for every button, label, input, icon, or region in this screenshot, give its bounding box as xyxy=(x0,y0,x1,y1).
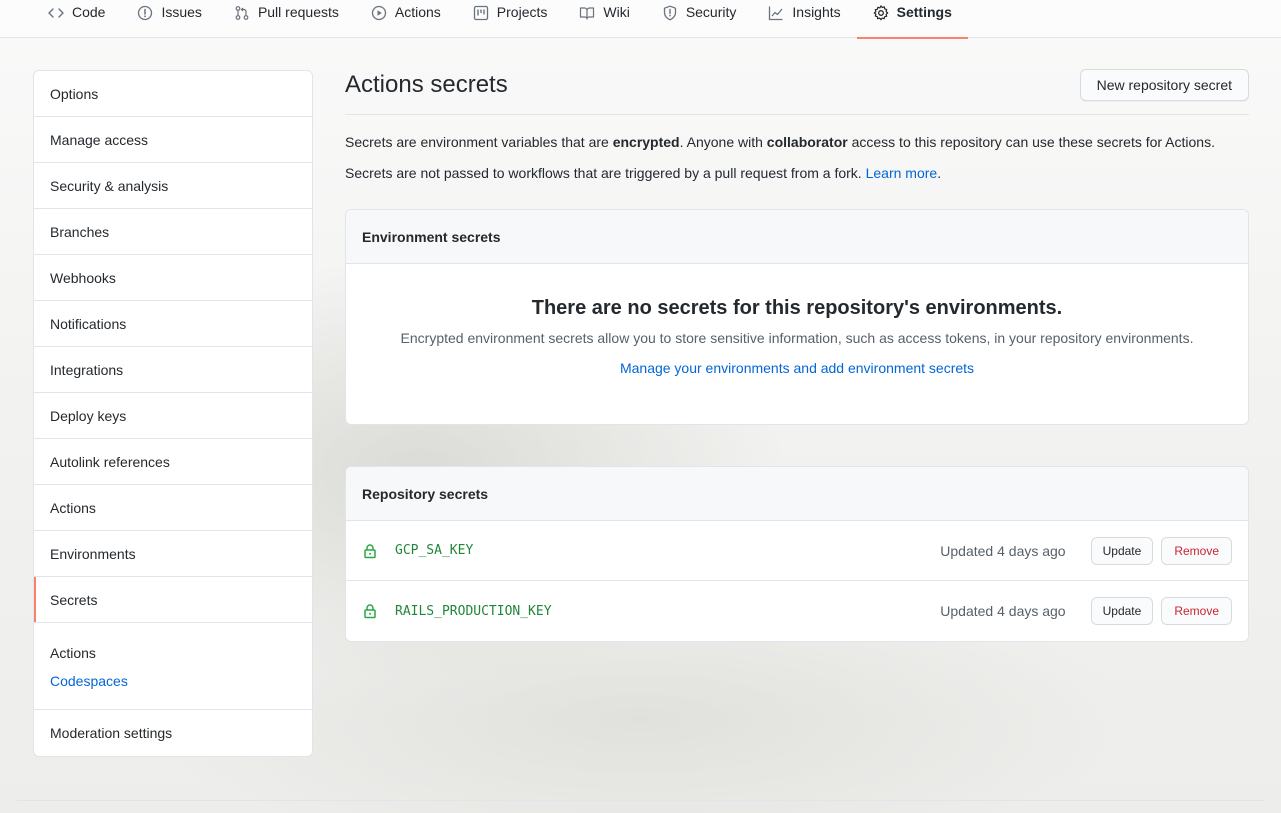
lock-icon xyxy=(364,604,376,619)
tab-actions[interactable]: Actions xyxy=(355,0,457,38)
blankslate-title: There are no secrets for this repository… xyxy=(531,297,1063,319)
secret-row: GCP_SA_KEY Updated 4 days ago Update Rem… xyxy=(346,521,1248,581)
sidebar-item-deploy-keys[interactable]: Deploy keys xyxy=(34,393,312,439)
tab-settings[interactable]: Settings xyxy=(856,0,969,39)
footer-divider xyxy=(17,800,1264,801)
sidebar-item-label: Actions xyxy=(50,499,96,516)
tab-label: Settings xyxy=(896,4,952,20)
sidebar-item-label: Webhooks xyxy=(50,269,116,286)
secrets-subnav: Actions Codespaces xyxy=(34,623,312,710)
repository-secrets-header: Repository secrets xyxy=(346,467,1248,521)
desc-text: . xyxy=(937,165,942,181)
sidebar-item-secrets[interactable]: Secrets xyxy=(34,577,312,623)
lock-icon xyxy=(364,543,376,558)
secret-name: RAILS_PRODUCTION_KEY xyxy=(395,603,552,619)
secret-updated: Updated 4 days ago xyxy=(940,542,1066,559)
tab-label: Security xyxy=(685,4,737,20)
sidebar-item-manage-access[interactable]: Manage access xyxy=(34,117,312,163)
tab-security[interactable]: Security xyxy=(646,0,753,38)
secret-name: GCP_SA_KEY xyxy=(395,543,474,558)
desc-bold-collaborator: collaborator xyxy=(766,134,848,150)
tab-pull-requests[interactable]: Pull requests xyxy=(218,0,355,38)
sidebar-item-branches[interactable]: Branches xyxy=(34,209,312,255)
code-icon xyxy=(48,8,64,18)
secret-row: RAILS_PRODUCTION_KEY Updated 4 days ago … xyxy=(346,581,1248,641)
new-repository-secret-button[interactable]: New repository secret xyxy=(1079,69,1249,101)
tab-projects[interactable]: Projects xyxy=(457,0,564,38)
tab-label: Wiki xyxy=(603,4,630,20)
sidebar-item-moderation-settings[interactable]: Moderation settings xyxy=(34,710,312,756)
subnav-item-actions[interactable]: Actions xyxy=(50,645,296,661)
sidebar-item-environments[interactable]: Environments xyxy=(34,531,312,577)
tab-label: Actions xyxy=(394,4,441,20)
pull-request-icon xyxy=(235,6,249,20)
environment-blankslate: There are no secrets for this repository… xyxy=(346,264,1248,376)
secrets-description: Secrets are environment variables that a… xyxy=(345,132,1249,152)
sidebar-item-label: Manage access xyxy=(50,131,149,148)
project-icon xyxy=(473,5,488,21)
tab-wiki[interactable]: Wiki xyxy=(563,0,645,38)
desc-text: access to this repository can use these … xyxy=(847,134,1215,150)
learn-more-link[interactable]: Learn more xyxy=(866,165,938,181)
tab-insights[interactable]: Insights xyxy=(752,0,856,38)
sidebar-item-webhooks[interactable]: Webhooks xyxy=(34,255,312,301)
sidebar-item-label: Integrations xyxy=(50,361,124,378)
desc-text: . Anyone with xyxy=(679,134,767,150)
blankslate-description: Encrypted environment secrets allow you … xyxy=(400,330,1194,346)
repo-nav: Code Issues Pull requests Actions Projec… xyxy=(0,0,1281,39)
repository-secrets-box: Repository secrets GCP_SA_KEY Updated 4 … xyxy=(345,466,1249,642)
remove-secret-button[interactable]: Remove xyxy=(1161,597,1232,625)
gear-icon xyxy=(873,5,888,21)
sidebar-item-autolink-references[interactable]: Autolink references xyxy=(34,439,312,485)
tab-label: Issues xyxy=(161,4,202,20)
page-header: Actions secrets New repository secret xyxy=(345,69,1249,115)
tab-label: Pull requests xyxy=(257,4,339,20)
sidebar-item-options[interactable]: Options xyxy=(34,71,312,117)
book-icon xyxy=(580,7,595,20)
desc-text: Secrets are not passed to workflows that… xyxy=(345,165,866,181)
tab-issues[interactable]: Issues xyxy=(121,0,217,38)
sidebar-item-label: Moderation settings xyxy=(50,725,173,741)
play-icon xyxy=(371,5,387,21)
tab-label: Insights xyxy=(792,4,841,20)
sidebar-item-actions[interactable]: Actions xyxy=(34,485,312,531)
update-secret-button[interactable]: Update xyxy=(1090,536,1154,565)
remove-secret-button[interactable]: Remove xyxy=(1161,536,1232,565)
sidebar-item-label: Options xyxy=(50,85,99,102)
shield-icon xyxy=(663,5,676,21)
main-content: Actions secrets New repository secret Se… xyxy=(345,69,1249,642)
sidebar-item-label: Security & analysis xyxy=(50,177,169,194)
desc-bold-encrypted: encrypted xyxy=(612,134,680,150)
tab-label: Code xyxy=(72,4,106,20)
sidebar-item-label: Branches xyxy=(50,223,110,240)
manage-environments-link[interactable]: Manage your environments and add environ… xyxy=(620,360,974,376)
settings-sidebar: Options Manage access Security & analysi… xyxy=(33,70,313,757)
sidebar-item-label: Deploy keys xyxy=(50,407,127,424)
fork-note: Secrets are not passed to workflows that… xyxy=(345,163,1249,183)
desc-text: Secrets are environment variables that a… xyxy=(345,134,613,150)
sidebar-item-label: Autolink references xyxy=(50,453,170,470)
subnav-item-codespaces[interactable]: Codespaces xyxy=(50,673,296,689)
update-secret-button[interactable]: Update xyxy=(1090,597,1154,625)
secret-updated: Updated 4 days ago xyxy=(940,603,1066,619)
environment-secrets-header: Environment secrets xyxy=(346,210,1248,264)
tab-code[interactable]: Code xyxy=(32,0,121,38)
tab-label: Projects xyxy=(496,4,548,20)
sidebar-item-security-analysis[interactable]: Security & analysis xyxy=(34,163,312,209)
sidebar-item-label: Secrets xyxy=(50,591,98,608)
sidebar-item-integrations[interactable]: Integrations xyxy=(34,347,312,393)
page: Code Issues Pull requests Actions Projec… xyxy=(0,0,1281,801)
sidebar-item-notifications[interactable]: Notifications xyxy=(34,301,312,347)
environment-secrets-box: Environment secrets There are no secrets… xyxy=(345,209,1249,425)
sidebar-item-label: Notifications xyxy=(50,315,127,332)
issue-icon xyxy=(138,5,153,21)
page-title: Actions secrets xyxy=(345,71,508,98)
sidebar-item-label: Environments xyxy=(50,545,136,562)
graph-icon xyxy=(769,6,783,21)
